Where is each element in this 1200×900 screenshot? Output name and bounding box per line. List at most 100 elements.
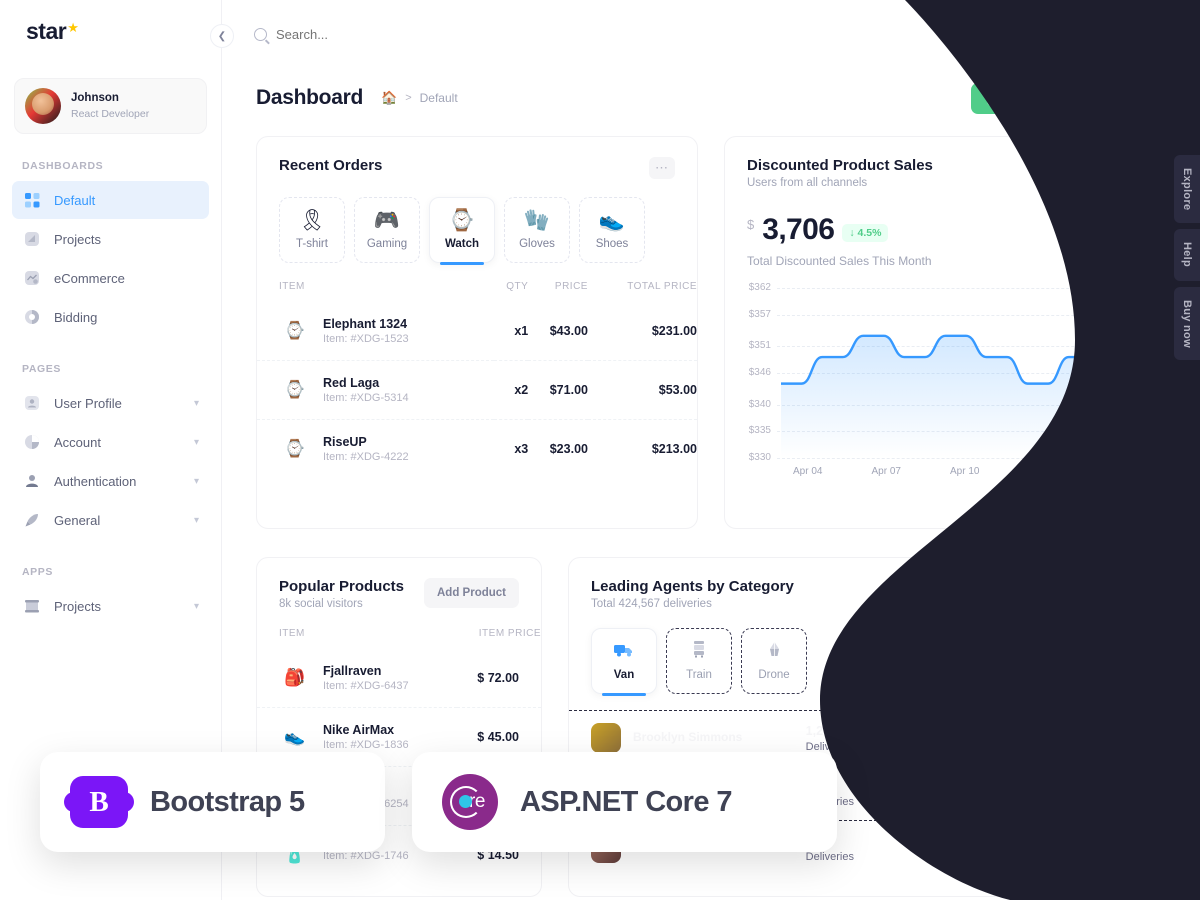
rating-label: Rating	[1072, 842, 1106, 854]
product-thumbnail: 👟	[284, 727, 306, 746]
gavel-icon	[22, 307, 42, 327]
pie-icon	[22, 432, 42, 452]
bootstrap-banner[interactable]: B Bootstrap 5	[40, 752, 385, 852]
arrow-right-icon[interactable]: →	[1119, 725, 1145, 751]
tab-label: Drone	[758, 669, 790, 681]
product-category-tabs: 🎗 T-shirt 🎮 Gaming ⌚ Watch 🧤 Gloves 👟 Shoes	[257, 179, 697, 265]
tab-train[interactable]: Train	[666, 628, 732, 694]
sidebar-item-label: eCommerce	[54, 270, 125, 286]
create-app-button[interactable]: Create App	[1069, 82, 1168, 114]
ellipsis-icon[interactable]: ⋯	[649, 157, 675, 179]
earnings-label: Earnings	[938, 850, 983, 863]
delta-value: 4.5%	[857, 227, 882, 239]
earnings-stat: $5,400 Earnings	[939, 724, 1072, 753]
product-thumbnail: ⌚	[284, 321, 306, 340]
ellipsis-icon[interactable]: ⋯	[1119, 157, 1145, 179]
star-icon: ★	[67, 20, 79, 35]
home-icon[interactable]: 🏠	[381, 90, 397, 106]
breadcrumb-current: Default	[419, 91, 458, 105]
product-cell: ⌚ Red Laga Item: #XDG-5314	[257, 374, 494, 406]
sidebar-nav: DASHBOARDS Default Projects eCommerce Biddin…	[0, 134, 221, 625]
table-row[interactable]: ⌚ RiseUP Item: #XDG-4222 x3 $23.00 $213.00	[257, 419, 697, 479]
edge-tab-buy-now[interactable]: Buy now	[1174, 286, 1200, 361]
analytics-icon[interactable]	[988, 17, 1022, 51]
tab-watch[interactable]: ⌚ Watch	[429, 197, 495, 265]
invite-button[interactable]: + Invite	[971, 82, 1058, 114]
sidebar-item-label: General	[54, 512, 101, 528]
sidebar-item-label: Account	[54, 434, 101, 450]
tab-label: Gaming	[366, 238, 408, 250]
user-icon	[22, 393, 42, 413]
van-icon	[614, 641, 634, 662]
notifications-icon[interactable]	[1040, 17, 1074, 51]
sidebar-profile-card[interactable]: Johnson React Developer	[14, 78, 207, 134]
sidebar-item-default[interactable]: Default	[12, 181, 209, 219]
avatar[interactable]	[1092, 17, 1126, 51]
edge-tab-explore[interactable]: Explore	[1174, 155, 1200, 224]
box-icon	[22, 596, 42, 616]
sidebar-item-projects[interactable]: Projects ▾	[12, 587, 209, 625]
grid-icon	[22, 190, 42, 210]
product-sku: Item: #XDG-1836	[323, 739, 409, 751]
aspnet-banner-text: ASP.NET Core 7	[520, 785, 732, 818]
product-name: Nike AirMax	[323, 723, 395, 737]
item-price-cell: $ 72.00	[477, 671, 519, 685]
sidebar-item-bidding[interactable]: Bidding	[12, 298, 209, 336]
tab-t-shirt[interactable]: 🎗 T-shirt	[279, 197, 345, 263]
aspnet-banner[interactable]: re ASP.NET Core 7	[412, 752, 837, 852]
tab-drone[interactable]: Drone	[741, 628, 807, 694]
product-name: RiseUP	[323, 435, 367, 449]
app-logo[interactable]: star ★	[0, 0, 221, 60]
product-cell: 👟 Nike AirMax Item: #XDG-1836	[257, 721, 457, 753]
add-product-button[interactable]: Add Product	[424, 578, 519, 608]
earnings-label: Earnings	[938, 740, 983, 753]
product-sku: Item: #XDG-6437	[323, 680, 409, 692]
edge-tab-help[interactable]: Help	[1174, 229, 1200, 281]
gloves-icon: 🧤	[523, 209, 551, 232]
sidebar-item-user-profile[interactable]: User Profile ▾	[12, 384, 209, 422]
card-subtitle: Users from all channels	[747, 177, 868, 189]
total-price-cell: $213.00	[651, 442, 697, 456]
total-price-cell: $53.00	[658, 383, 697, 397]
product-sku: Item: #XDG-5314	[323, 392, 409, 404]
add-product-button[interactable]: Add Product	[1050, 578, 1145, 608]
discounted-sales-card: Discounted Product Sales Users from all …	[724, 136, 1168, 529]
tab-shoes[interactable]: 👟 Shoes	[579, 197, 645, 263]
chart-icon	[22, 268, 42, 288]
arrow-right-icon[interactable]: →	[1119, 835, 1145, 861]
column-header: PRICE	[554, 281, 588, 292]
logout-icon[interactable]	[1144, 17, 1178, 51]
sidebar-collapse-button[interactable]: ❮	[210, 24, 234, 48]
table-row[interactable]: ⌚ Red Laga Item: #XDG-5314 x2 $71.00 $53.00	[257, 360, 697, 420]
card-title: Popular Products	[279, 578, 405, 595]
avatar	[591, 723, 621, 753]
table-row[interactable]: ⌚ Elephant 1324 Item: #XDG-1523 x1 $43.00 $23…	[257, 302, 697, 361]
sales-amount-row: $ 3,706 ↓ 4.5%	[725, 189, 1167, 245]
earnings-value: $174,074	[938, 778, 992, 793]
arrow-right-icon[interactable]: →	[1119, 780, 1145, 806]
product-thumbnail: ⌚	[284, 380, 306, 399]
sidebar-item-authentication[interactable]: Authentication ▾	[12, 462, 209, 500]
tab-van[interactable]: Van	[591, 628, 657, 696]
nav-section-title: APPS	[22, 566, 53, 578]
search-icon	[254, 27, 267, 41]
sidebar-item-ecommerce[interactable]: eCommerce	[12, 259, 209, 297]
sidebar-item-projects[interactable]: Projects	[12, 220, 209, 258]
product-cell: ⌚ Elephant 1324 Item: #XDG-1523	[257, 315, 494, 347]
list-item[interactable]: 🎒 Fjallraven Item: #XDG-6437 $ 72.00	[257, 649, 541, 708]
tab-gloves[interactable]: 🧤 Gloves	[504, 197, 570, 263]
sidebar-item-account[interactable]: Account ▾	[12, 423, 209, 461]
search-box[interactable]	[254, 26, 496, 42]
earnings-stat: $2,737 Earnings	[939, 834, 1072, 863]
plus-icon: +	[987, 90, 1003, 106]
chevron-down-icon: ▾	[193, 436, 199, 448]
chevron-down-icon: ▾	[193, 600, 199, 612]
sidebar-item-general[interactable]: General ▾	[12, 501, 209, 539]
nav-section-title: PAGES	[22, 363, 61, 375]
sidebar-item-label: Projects	[54, 598, 101, 614]
profile-role: React Developer	[71, 108, 150, 121]
tab-gaming[interactable]: 🎮 Gaming	[354, 197, 420, 263]
rating-label: Rating	[1072, 787, 1106, 799]
qty-cell: x2	[514, 383, 529, 397]
search-input[interactable]	[276, 26, 496, 42]
